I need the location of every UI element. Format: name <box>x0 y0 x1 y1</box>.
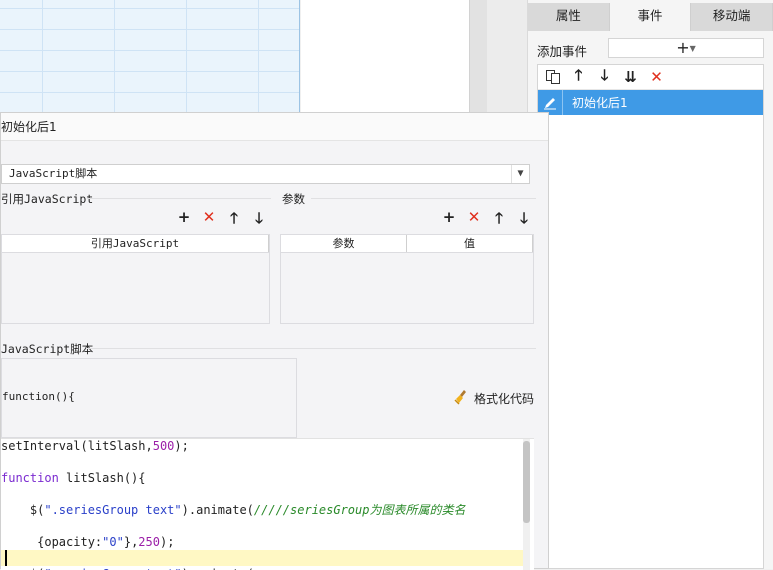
broom-icon <box>454 389 470 408</box>
tab-properties[interactable]: 属性 <box>528 3 610 31</box>
add-icon[interactable]: + <box>441 208 457 233</box>
add-icon[interactable]: + <box>176 208 192 233</box>
ref-column-header[interactable]: 引用JavaScript <box>2 235 269 252</box>
canvas-area <box>301 0 469 112</box>
script-section-label: JavaScript脚本 <box>1 342 94 356</box>
panel-tabs: 属性 事件 移动端 <box>528 3 773 31</box>
plus-icon: + <box>676 38 690 57</box>
code-line: function litSlash(){ <box>1 471 146 485</box>
event-toolbar: 🡑 🡓 ⇊ ✕ <box>538 65 763 90</box>
delete-icon[interactable]: ✕ <box>648 68 665 86</box>
param-table: 参数 值 <box>280 234 534 324</box>
param-column-header[interactable]: 参数 <box>281 235 407 252</box>
delete-icon[interactable]: ✕ <box>466 208 482 233</box>
code-line: setInterval(litSlash,500); <box>1 439 189 453</box>
ref-toolbar: + ✕ 🡑 🡓 <box>176 208 267 233</box>
scrollbar-thumb[interactable] <box>523 441 530 523</box>
move-bottom-icon[interactable]: ⇊ <box>622 68 639 86</box>
event-item-label: 初始化后1 <box>572 96 628 110</box>
ref-section-label: 引用JavaScript <box>1 192 94 206</box>
section-divider <box>87 198 271 199</box>
spreadsheet-grid[interactable] <box>0 0 300 112</box>
panel-gap <box>487 0 527 112</box>
code-scrollbar[interactable] <box>523 439 530 570</box>
arrow-down-icon[interactable]: 🡓 <box>596 66 613 86</box>
text-cursor <box>5 550 7 566</box>
event-editor-dialog: 初始化后1 JavaScript脚本 ▼ 引用JavaScript + ✕ 🡑 … <box>0 112 549 570</box>
chevron-down-icon[interactable]: ▼ <box>511 165 529 183</box>
tab-events[interactable]: 事件 <box>609 3 692 31</box>
arrow-down-icon[interactable]: 🡓 <box>251 208 267 233</box>
format-code-button[interactable]: 格式化代码 <box>454 389 534 408</box>
code-line: $(".seriesGroup text").animate(/////seri… <box>1 503 466 517</box>
format-code-label: 格式化代码 <box>474 392 535 406</box>
code-line-current <box>1 550 524 566</box>
value-column-header[interactable]: 值 <box>407 235 533 252</box>
right-panel: 属性 事件 移动端 添加事件 +▼ 🡑 🡓 ⇊ ✕ 初始化后1 <box>527 0 773 569</box>
arrow-down-icon[interactable]: 🡓 <box>516 208 532 233</box>
tab-mobile[interactable]: 移动端 <box>691 3 773 31</box>
add-event-row: 添加事件 +▼ <box>537 38 765 60</box>
section-divider <box>87 348 536 349</box>
param-section-label: 参数 <box>282 192 305 206</box>
script-type-select[interactable]: JavaScript脚本 ▼ <box>1 164 530 184</box>
ref-table: 引用JavaScript <box>1 234 270 324</box>
param-toolbar: + ✕ 🡑 🡓 <box>441 208 532 233</box>
caret-down-icon: ▼ <box>689 44 696 53</box>
event-list-box: 🡑 🡓 ⇊ ✕ 初始化后1 <box>537 64 764 569</box>
arrow-up-icon[interactable]: 🡑 <box>491 208 507 233</box>
delete-icon[interactable]: ✕ <box>201 208 217 233</box>
section-divider <box>311 198 536 199</box>
event-item[interactable]: 初始化后1 <box>538 90 763 115</box>
add-event-label: 添加事件 <box>537 44 588 59</box>
arrow-up-icon[interactable]: 🡑 <box>570 66 587 86</box>
script-type-value: JavaScript脚本 <box>9 167 98 180</box>
scrollbar-track[interactable] <box>469 0 487 112</box>
param-table-header: 参数 值 <box>281 235 533 253</box>
code-line: $(".seriesGroup text").animate( <box>1 566 254 570</box>
add-event-button[interactable]: +▼ <box>608 38 764 58</box>
function-header-box: function(){ <box>1 358 297 438</box>
function-signature: function(){ <box>2 390 75 403</box>
code-line: {opacity:"0"},250); <box>1 535 175 549</box>
copy-icon[interactable] <box>544 69 561 86</box>
code-editor[interactable]: setInterval(litSlash,500); function litS… <box>1 438 534 570</box>
ref-table-header: 引用JavaScript <box>2 235 269 253</box>
arrow-up-icon[interactable]: 🡑 <box>226 208 242 233</box>
dialog-title: 初始化后1 <box>1 113 548 141</box>
